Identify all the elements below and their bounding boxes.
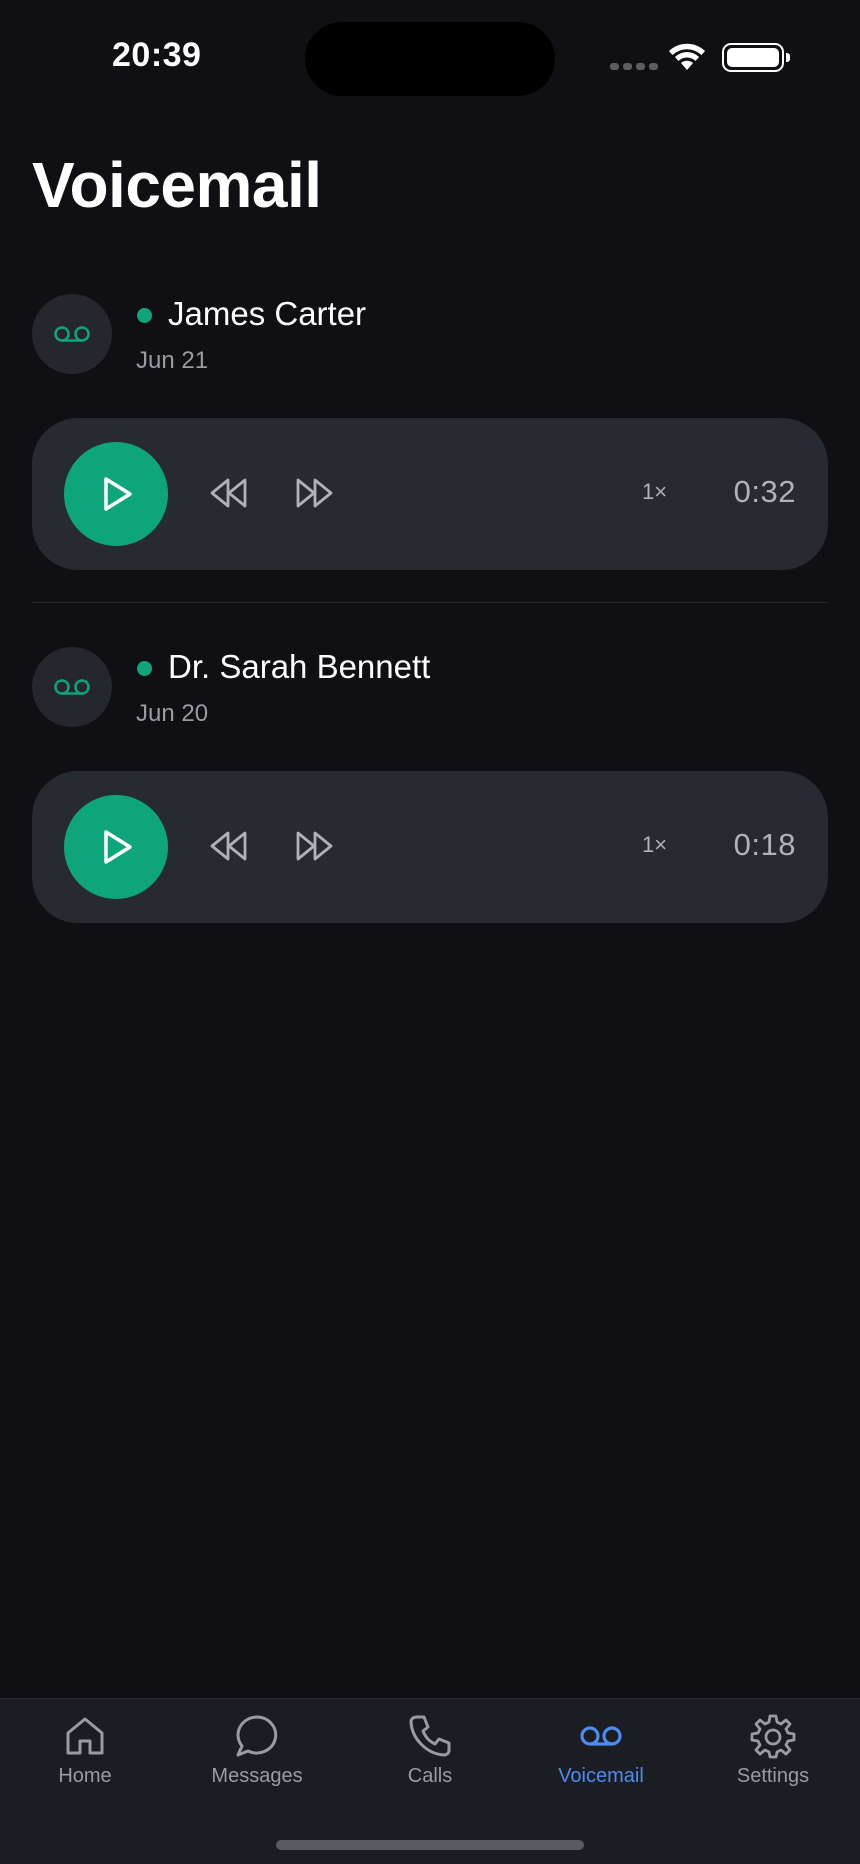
fast-forward-icon[interactable]	[295, 829, 335, 863]
caller-name: Dr. Sarah Bennett	[168, 648, 431, 685]
playback-speed-button[interactable]: 1×	[642, 832, 667, 858]
caller-name: James Carter	[168, 295, 367, 332]
dynamic-island	[305, 22, 555, 96]
message-icon	[236, 1715, 278, 1757]
status-bar: 20:39	[0, 0, 860, 110]
audio-player: 1× 0:32	[32, 418, 828, 570]
tab-calls[interactable]: Calls	[355, 1713, 505, 1788]
unread-indicator	[137, 308, 152, 323]
unread-indicator	[137, 661, 152, 676]
voicemail-item[interactable]: James Carter Jun 21 1× 0:32	[0, 290, 860, 643]
tab-settings[interactable]: Settings	[698, 1713, 848, 1788]
play-icon	[104, 830, 132, 864]
audio-player: 1× 0:18	[32, 771, 828, 923]
fast-forward-icon[interactable]	[295, 476, 335, 510]
voicemail-date: Jun 21	[136, 347, 209, 374]
tab-label: Home	[58, 1765, 112, 1787]
gear-icon	[750, 1714, 796, 1759]
tab-label: Settings	[736, 1765, 810, 1787]
tab-label: Voicemail	[558, 1765, 644, 1787]
signal-icon	[610, 63, 658, 70]
rewind-icon[interactable]	[208, 829, 248, 863]
divider	[32, 602, 828, 603]
tab-home[interactable]: Home	[10, 1713, 160, 1788]
voicemail-list: James Carter Jun 21 1× 0:32 Dr. Sarah Be…	[0, 290, 860, 996]
voicemail-icon	[580, 1726, 622, 1746]
avatar	[32, 647, 112, 727]
playback-speed-button[interactable]: 1×	[642, 479, 667, 505]
play-button[interactable]	[64, 442, 168, 546]
voicemail-icon	[54, 679, 90, 695]
tab-voicemail[interactable]: Voicemail	[526, 1713, 676, 1788]
tab-label: Messages	[211, 1765, 303, 1787]
rewind-icon[interactable]	[208, 476, 248, 510]
voicemail-date: Jun 20	[136, 700, 209, 727]
home-indicator	[276, 1840, 584, 1850]
tab-messages[interactable]: Messages	[182, 1713, 332, 1788]
page-title: Voicemail	[32, 149, 322, 221]
duration-label: 0:32	[733, 474, 796, 509]
play-icon	[104, 477, 132, 511]
phone-icon	[409, 1715, 451, 1757]
tab-label: Calls	[407, 1765, 453, 1787]
voicemail-item[interactable]: Dr. Sarah Bennett Jun 20 1× 0:18	[0, 643, 860, 996]
avatar	[32, 294, 112, 374]
wifi-icon	[669, 43, 705, 70]
duration-label: 0:18	[733, 827, 796, 862]
battery-icon	[722, 43, 790, 72]
status-time: 20:39	[112, 36, 202, 74]
play-button[interactable]	[64, 795, 168, 899]
home-icon	[66, 1717, 104, 1755]
voicemail-icon	[54, 326, 90, 342]
